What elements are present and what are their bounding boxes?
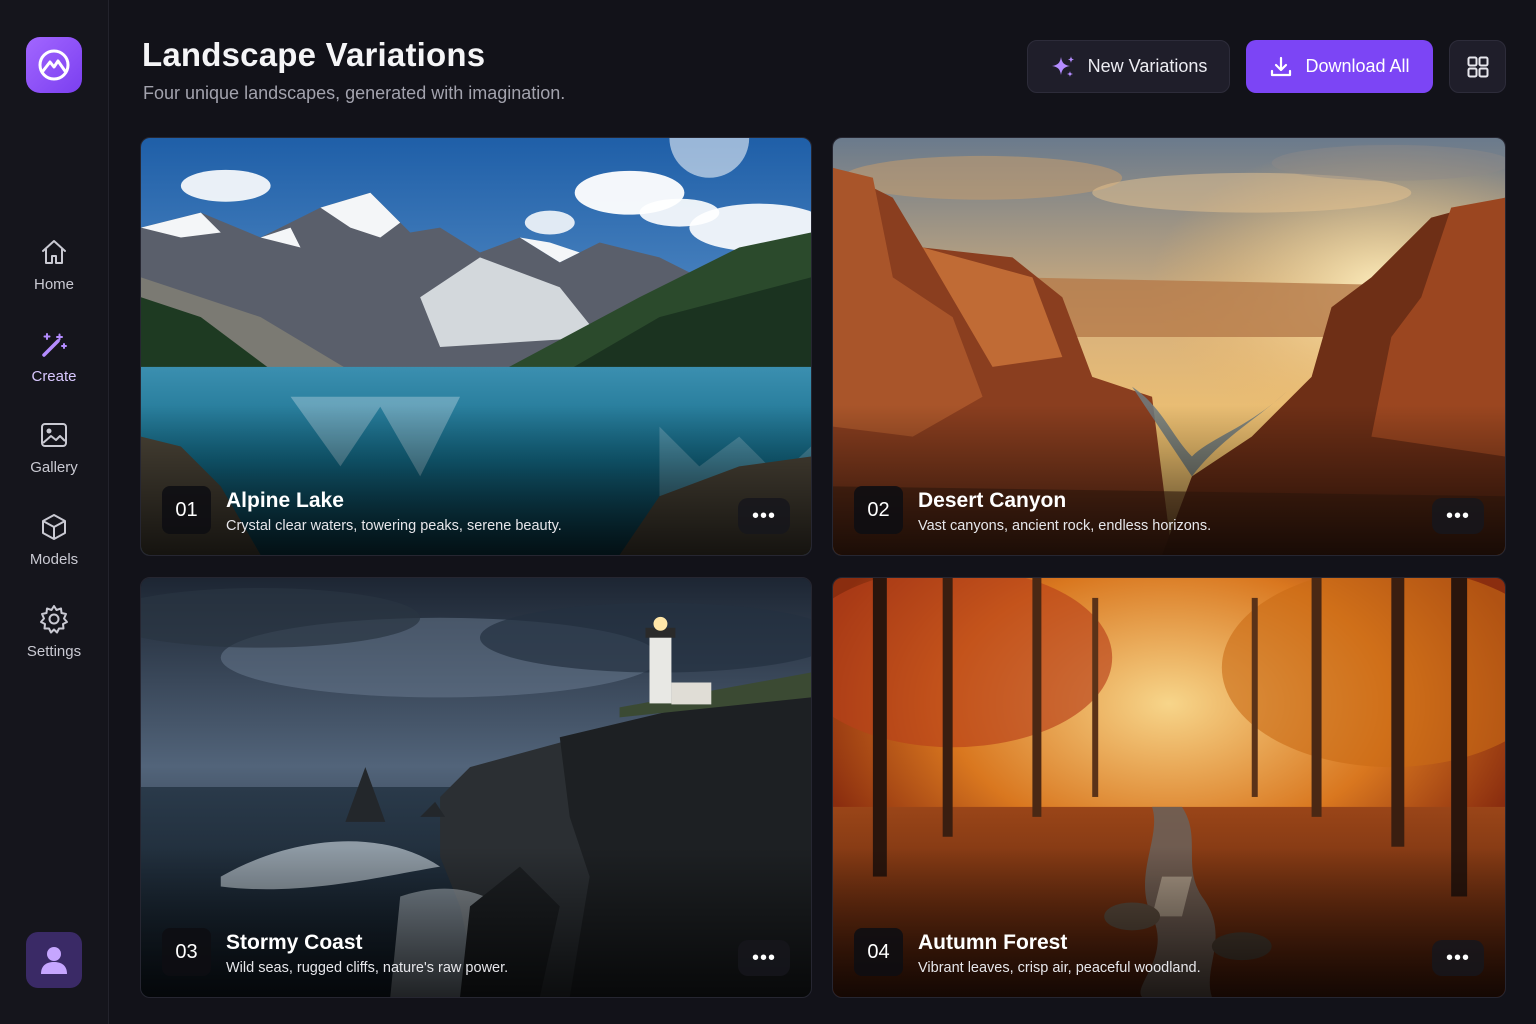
card-number-badge: 01 [162, 486, 211, 534]
page-subtitle: Four unique landscapes, generated with i… [143, 83, 566, 103]
sparkles-icon [1050, 54, 1076, 80]
card-title: Autumn Forest [918, 931, 1068, 954]
sidebar-item-label: Models [29, 551, 79, 568]
landscape-card[interactable]: 03 Stormy Coast Wild seas, rugged cliffs… [140, 577, 812, 998]
card-number-badge: 04 [854, 928, 903, 976]
avatar[interactable] [26, 932, 82, 988]
landscape-card[interactable]: 01 Alpine Lake Crystal clear waters, tow… [140, 137, 812, 556]
sidebar-item-models[interactable]: Models [0, 507, 108, 587]
mountain-logo-icon[interactable] [26, 37, 82, 93]
sidebar-item-label: Settings [26, 643, 82, 660]
card-description: Vast canyons, ancient rock, endless hori… [918, 518, 1212, 534]
sidebar-item-label: Home [33, 276, 74, 293]
gear-icon [38, 603, 70, 635]
image-icon [38, 419, 70, 451]
more-options-button[interactable]: ••• [1432, 498, 1484, 534]
sidebar-item-label: Gallery [30, 459, 78, 476]
card-title: Alpine Lake [226, 489, 344, 512]
more-options-button[interactable]: ••• [1432, 940, 1484, 976]
more-options-button[interactable]: ••• [738, 940, 790, 976]
sidebar-item-create[interactable]: Create [0, 324, 108, 404]
grid-icon [1466, 55, 1490, 79]
card-title: Desert Canyon [918, 489, 1067, 512]
download-all-button[interactable]: Download All [1246, 40, 1433, 93]
cube-icon [38, 511, 70, 543]
download-icon [1269, 55, 1293, 79]
home-icon [38, 236, 70, 268]
magic-wand-icon [38, 328, 70, 360]
sidebar-item-label: Create [31, 368, 77, 385]
card-description: Vibrant leaves, crisp air, peaceful wood… [918, 960, 1201, 976]
card-description: Crystal clear waters, towering peaks, se… [226, 518, 562, 534]
landscape-card[interactable]: 04 Autumn Forest Vibrant leaves, crisp a… [832, 577, 1506, 998]
user-icon [41, 947, 67, 974]
sidebar: Home Create Gallery Models Settings [0, 0, 109, 1024]
sidebar-item-home[interactable]: Home [0, 232, 108, 312]
more-options-button[interactable]: ••• [738, 498, 790, 534]
card-description: Wild seas, rugged cliffs, nature's raw p… [226, 960, 509, 976]
card-number-badge: 03 [162, 928, 211, 976]
card-number-badge: 02 [854, 486, 903, 534]
grid-view-button[interactable] [1449, 40, 1506, 93]
sidebar-item-settings[interactable]: Settings [0, 599, 108, 679]
card-title: Stormy Coast [226, 931, 363, 954]
sidebar-item-gallery[interactable]: Gallery [0, 415, 108, 495]
landscape-card[interactable]: 02 Desert Canyon Vast canyons, ancient r… [832, 137, 1506, 556]
new-variations-label: New Variations [1087, 56, 1208, 76]
new-variations-button[interactable]: New Variations [1027, 40, 1230, 93]
page-title: Landscape Variations [142, 36, 486, 73]
download-all-label: Download All [1305, 56, 1410, 76]
